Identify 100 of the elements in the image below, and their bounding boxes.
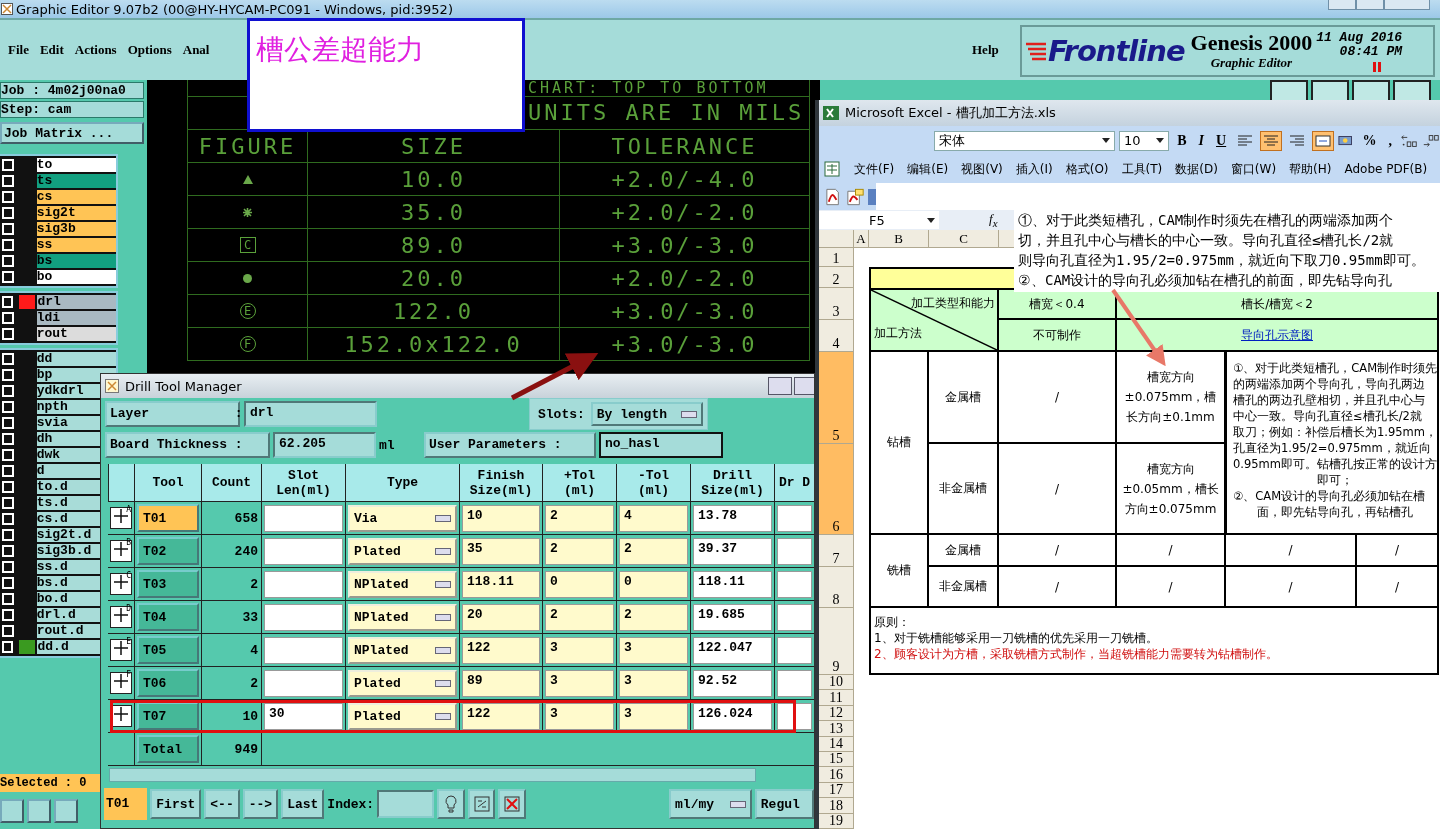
drill-size-field[interactable]: 92.52 [693, 669, 772, 697]
menu-item[interactable]: 帮助(H) [1289, 160, 1332, 178]
minimize-button[interactable] [768, 377, 792, 395]
menu-item[interactable]: 视图(V) [961, 160, 1003, 178]
drill-size-field[interactable]: 126.024 [693, 702, 772, 730]
row-header[interactable]: 4 [819, 320, 854, 352]
refresh-icon[interactable] [467, 789, 496, 819]
minus-tolerance-field[interactable]: 2 [619, 537, 688, 565]
index-field[interactable] [377, 790, 435, 818]
drill-size-field[interactable]: 122.047 [693, 636, 772, 664]
row-header[interactable]: 5 [819, 352, 854, 444]
layer-checkbox[interactable] [2, 271, 14, 283]
input-field[interactable] [777, 570, 812, 598]
layer-name[interactable]: bs [36, 254, 116, 268]
layer-checkbox[interactable] [2, 385, 14, 397]
layer-checkbox[interactable] [2, 433, 14, 445]
minimize-button[interactable] [1328, 0, 1356, 10]
finish-size-field[interactable]: 10 [462, 504, 540, 532]
row-header[interactable]: 13 [819, 721, 854, 737]
finish-size-field[interactable]: 118.11 [462, 570, 540, 598]
thickness-field[interactable]: 62.205 [273, 432, 376, 458]
input-field[interactable] [777, 504, 812, 532]
layer-checkbox[interactable] [2, 641, 14, 653]
layer-checkbox[interactable] [2, 239, 14, 251]
layer-name[interactable]: cs [36, 190, 116, 204]
units-dropdown[interactable]: ml/my [669, 789, 752, 819]
slot-length-field[interactable] [264, 669, 343, 697]
tool-button[interactable]: T02 [137, 537, 199, 565]
menu-item[interactable]: Help [972, 42, 999, 58]
layer-checkbox[interactable] [2, 353, 14, 365]
maximize-button[interactable] [1356, 0, 1384, 10]
slot-length-field[interactable] [264, 603, 343, 631]
row-header[interactable]: 18 [819, 798, 854, 814]
layer-checkbox[interactable] [2, 191, 14, 203]
layer-checkbox[interactable] [2, 561, 14, 573]
plus-tolerance-field[interactable]: 2 [545, 603, 614, 631]
layer-name[interactable]: sig2t [36, 206, 116, 220]
job-matrix-button[interactable]: Job Matrix ... [0, 122, 144, 144]
nav-button[interactable]: Regul [754, 789, 814, 819]
drill-size-field[interactable]: 39.37 [693, 537, 772, 565]
expand-button[interactable]: C [110, 573, 132, 595]
layer-name[interactable]: ldi [36, 311, 116, 325]
function-button[interactable]: f$_{x}$ [989, 211, 998, 229]
drill-size-field[interactable]: 19.685 [693, 603, 772, 631]
plus-tolerance-field[interactable]: 3 [545, 669, 614, 697]
type-dropdown[interactable]: Plated [348, 702, 457, 730]
expand-button[interactable]: B [110, 540, 132, 562]
format-button[interactable]: I [1194, 132, 1209, 149]
menu-item[interactable]: Anal [182, 42, 210, 58]
finish-size-field[interactable]: 122 [462, 636, 540, 664]
number-format-button[interactable]: % [1358, 132, 1381, 149]
row-header[interactable]: 3 [819, 288, 854, 320]
number-format-button[interactable]: , [1384, 132, 1396, 149]
plus-tolerance-field[interactable]: 3 [545, 636, 614, 664]
layer-field[interactable]: drl [244, 401, 377, 427]
guide-link[interactable]: 导向孔示意图 [1241, 326, 1313, 344]
format-button[interactable]: U [1212, 132, 1231, 149]
layer-name[interactable]: bo [36, 270, 116, 284]
layer-name[interactable]: ts [36, 174, 116, 188]
layer-name[interactable]: sig3b [36, 222, 116, 236]
layer-checkbox[interactable] [2, 497, 14, 509]
type-dropdown[interactable]: NPlated [348, 570, 457, 598]
minus-tolerance-field[interactable]: 3 [619, 636, 688, 664]
layer-checkbox[interactable] [2, 312, 14, 324]
bulb-icon[interactable] [437, 789, 465, 819]
layer-name[interactable]: ss [36, 238, 116, 252]
column-header[interactable]: B [869, 230, 929, 248]
column-header[interactable]: A [854, 230, 869, 248]
menu-item[interactable]: 文件(F) [854, 160, 895, 178]
layer-checkbox[interactable] [2, 159, 14, 171]
row-header[interactable]: 1 [819, 248, 854, 267]
input-field[interactable] [777, 636, 812, 664]
expand-button[interactable]: A [110, 507, 132, 529]
row-header[interactable]: 6 [819, 444, 854, 535]
row-header[interactable]: 2 [819, 267, 854, 288]
format-button[interactable]: B [1173, 132, 1191, 149]
layer-name[interactable]: rout [36, 327, 116, 341]
layer-checkbox[interactable] [2, 625, 14, 637]
layer-checkbox[interactable] [2, 465, 14, 477]
menu-item[interactable]: 工具(T) [1121, 160, 1163, 178]
expand-button[interactable]: D [110, 606, 132, 628]
nav-button[interactable]: <-- [204, 789, 240, 819]
layer-checkbox[interactable] [2, 513, 14, 525]
menu-item[interactable]: 插入(I) [1015, 160, 1053, 178]
pdf-comment-icon[interactable] [845, 187, 865, 206]
slot-length-field[interactable] [264, 570, 343, 598]
minus-tolerance-field[interactable]: 0 [619, 570, 688, 598]
slot-length-field[interactable]: 30 [264, 702, 343, 730]
layer-checkbox[interactable] [2, 609, 14, 621]
nav-button[interactable]: Last [281, 789, 325, 819]
layer-checkbox[interactable] [2, 369, 14, 381]
menu-item[interactable]: File [8, 42, 29, 58]
layer-name[interactable]: to [36, 158, 116, 172]
type-dropdown[interactable]: Plated [348, 537, 457, 565]
layer-checkbox[interactable] [2, 207, 14, 219]
finish-size-field[interactable]: 35 [462, 537, 540, 565]
slot-length-field[interactable] [264, 537, 343, 565]
row-header[interactable]: 9 [819, 608, 854, 675]
layer-checkbox[interactable] [2, 529, 14, 541]
layer-checkbox[interactable] [2, 481, 14, 493]
